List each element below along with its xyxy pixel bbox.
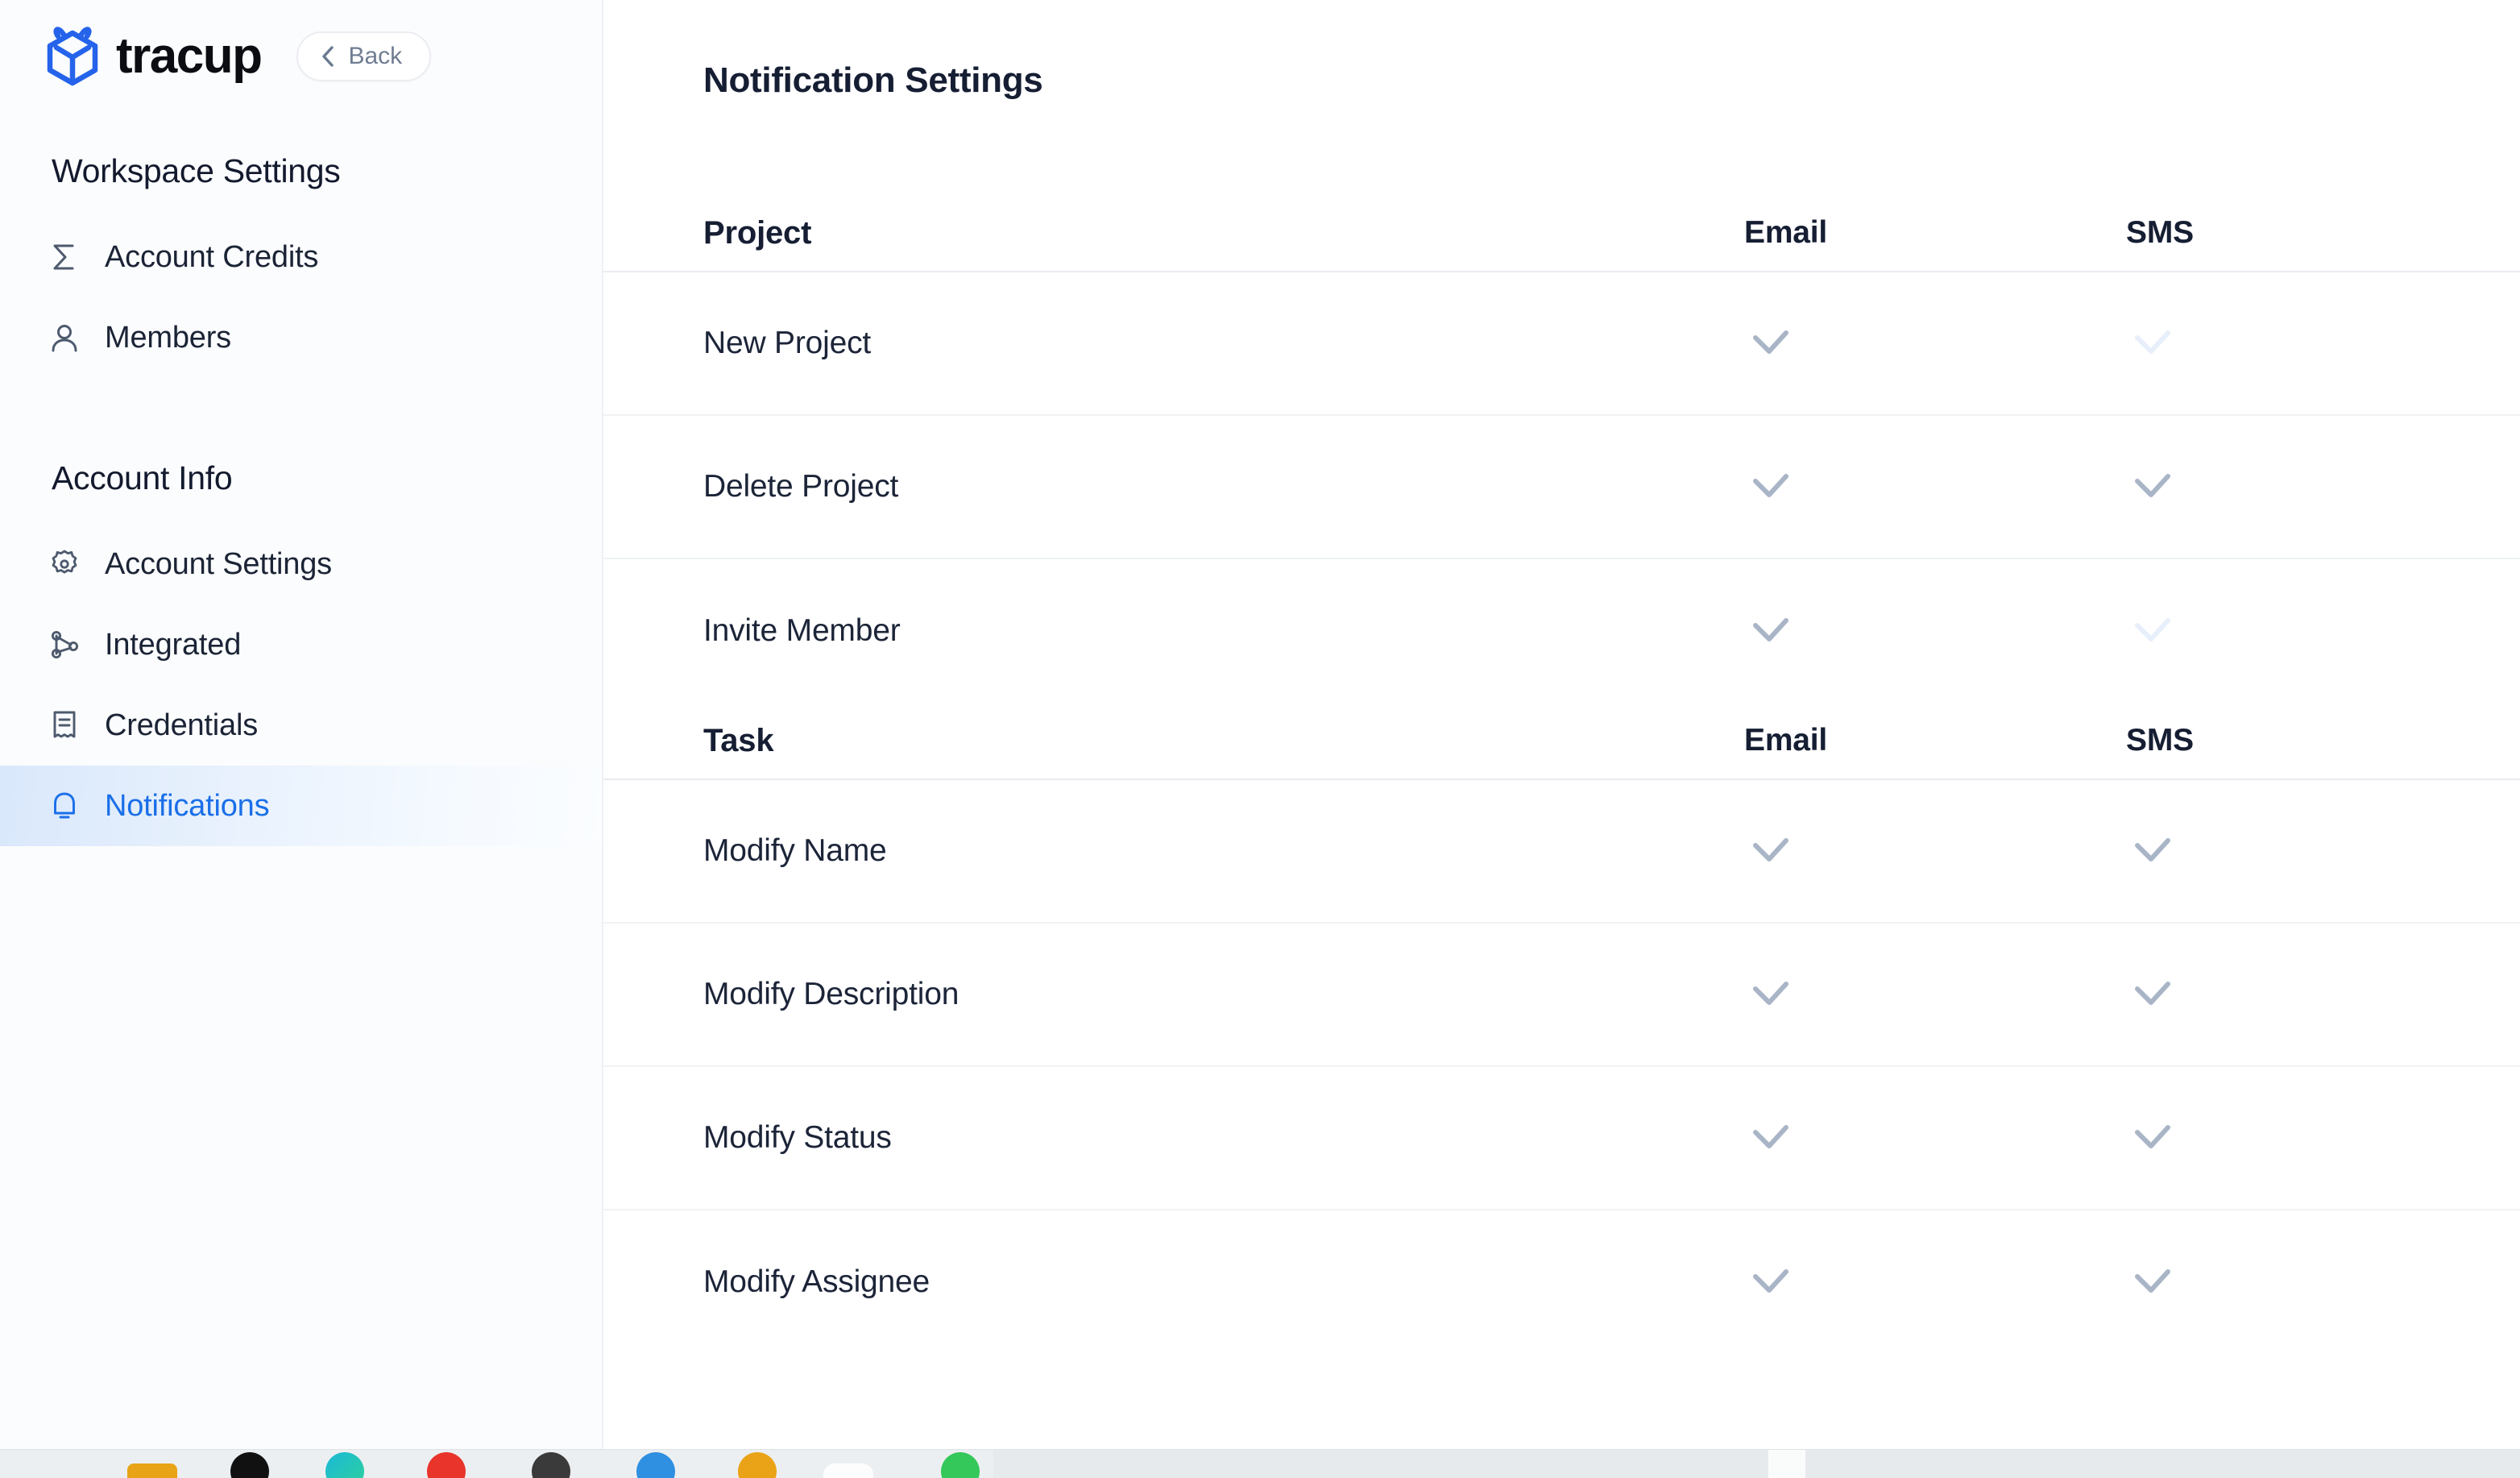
back-button-label: Back <box>348 43 403 69</box>
column-header-email: Email <box>1744 723 1828 758</box>
check-icon[interactable] <box>2126 604 2179 658</box>
tracup-cube-logo-icon <box>47 27 98 86</box>
main-content: Notification Settings Project Email SMS … <box>603 0 2520 1478</box>
check-icon[interactable] <box>1744 824 1797 878</box>
sidebar-item-credentials[interactable]: Credentials <box>0 685 602 766</box>
sidebar-item-integrated[interactable]: Integrated <box>0 604 602 685</box>
taskbar-icon-white-app[interactable] <box>823 1463 873 1478</box>
check-icon[interactable] <box>2126 1111 2179 1165</box>
check-icon[interactable] <box>1744 968 1797 1021</box>
user-icon <box>52 325 77 352</box>
column-header-sms: SMS <box>2126 723 2194 758</box>
check-icon[interactable] <box>1744 317 1797 370</box>
cell-sms[interactable] <box>2107 460 2487 513</box>
sidebar-item-label: Integrated <box>105 628 242 662</box>
sidebar-nav-account: Account Settings Integrated Credentials <box>0 524 602 846</box>
cell-sms[interactable] <box>2107 968 2487 1021</box>
sidebar-header: tracup Back <box>0 0 602 95</box>
table-row: Modify Name <box>603 780 2520 924</box>
back-button[interactable]: Back <box>296 31 432 81</box>
notification-table-project: Project Email SMS New Project Delete Pro… <box>603 195 2520 703</box>
receipt-icon <box>53 711 76 738</box>
brand[interactable]: tracup <box>42 25 263 88</box>
check-icon[interactable] <box>1744 460 1797 513</box>
cell-sms[interactable] <box>2107 317 2487 370</box>
taskbar-highlight-region <box>1768 1450 1805 1478</box>
taskbar-icon-folder[interactable] <box>127 1463 177 1478</box>
sidebar-item-members[interactable]: Members <box>0 297 602 378</box>
chevron-left-icon <box>322 46 334 67</box>
table-row: Modify Assignee <box>603 1210 2520 1354</box>
row-label: Modify Name <box>703 833 887 868</box>
check-icon[interactable] <box>1744 1111 1797 1165</box>
sidebar-item-notifications[interactable]: Notifications <box>0 766 602 846</box>
cell-sms[interactable] <box>2107 604 2487 658</box>
page-title: Notification Settings <box>703 60 1043 100</box>
cell-email[interactable] <box>1726 317 2107 370</box>
row-label: Modify Assignee <box>703 1264 930 1299</box>
column-header-name: Task <box>703 722 774 758</box>
share-nodes-icon <box>51 630 79 659</box>
check-icon[interactable] <box>2126 968 2179 1021</box>
table-row: Modify Description <box>603 924 2520 1067</box>
row-label: Modify Description <box>703 977 960 1011</box>
taskbar-pane-right <box>993 1450 2520 1478</box>
row-label: Invite Member <box>703 613 901 648</box>
cell-sms[interactable] <box>2107 824 2487 878</box>
check-icon[interactable] <box>1744 1256 1797 1309</box>
notification-table-task: Task Email SMS Modify Name Modify Descri… <box>603 703 2520 1354</box>
sidebar-item-account-settings[interactable]: Account Settings <box>0 524 602 604</box>
sidebar-nav-workspace: Account Credits Members <box>0 217 602 378</box>
sidebar: tracup Back Workspace Settings Account C… <box>0 0 603 1478</box>
check-icon[interactable] <box>2126 317 2179 370</box>
cell-sms[interactable] <box>2107 1111 2487 1165</box>
table-row: New Project <box>603 272 2520 416</box>
row-label: New Project <box>703 326 872 360</box>
column-header-email: Email <box>1744 215 1828 250</box>
row-label: Delete Project <box>703 469 899 504</box>
table-row: Invite Member <box>603 559 2520 703</box>
check-icon[interactable] <box>1744 604 1797 658</box>
gear-icon <box>52 550 77 574</box>
sidebar-item-label: Account Settings <box>105 547 332 581</box>
app-root: tracup Back Workspace Settings Account C… <box>0 0 2520 1478</box>
column-header-name: Project <box>703 214 812 251</box>
check-icon[interactable] <box>2126 460 2179 513</box>
os-taskbar[interactable] <box>0 1449 2520 1478</box>
sidebar-item-label: Members <box>105 321 231 355</box>
check-icon[interactable] <box>2126 1256 2179 1309</box>
sidebar-group-title-account-info: Account Info <box>52 459 233 496</box>
sidebar-item-account-credits[interactable]: Account Credits <box>0 217 602 297</box>
table-header-row: Task Email SMS <box>603 703 2520 780</box>
sidebar-group-title-workspace-settings: Workspace Settings <box>52 152 341 189</box>
cell-email[interactable] <box>1726 824 2107 878</box>
cell-email[interactable] <box>1726 968 2107 1021</box>
bell-icon <box>54 792 75 819</box>
column-header-sms: SMS <box>2126 215 2194 250</box>
check-icon[interactable] <box>2126 824 2179 878</box>
brand-name: tracup <box>116 28 263 84</box>
cell-email[interactable] <box>1726 604 2107 658</box>
table-row: Modify Status <box>603 1067 2520 1210</box>
table-header-row: Project Email SMS <box>603 195 2520 272</box>
sidebar-item-label: Notifications <box>105 789 270 823</box>
row-label: Modify Status <box>703 1120 892 1155</box>
table-row: Delete Project <box>603 416 2520 559</box>
cell-email[interactable] <box>1726 1111 2107 1165</box>
sidebar-item-label: Account Credits <box>105 240 319 274</box>
cell-email[interactable] <box>1726 1256 2107 1309</box>
sigma-icon <box>53 244 74 270</box>
cell-email[interactable] <box>1726 460 2107 513</box>
cell-sms[interactable] <box>2107 1256 2487 1309</box>
sidebar-item-label: Credentials <box>105 708 259 742</box>
